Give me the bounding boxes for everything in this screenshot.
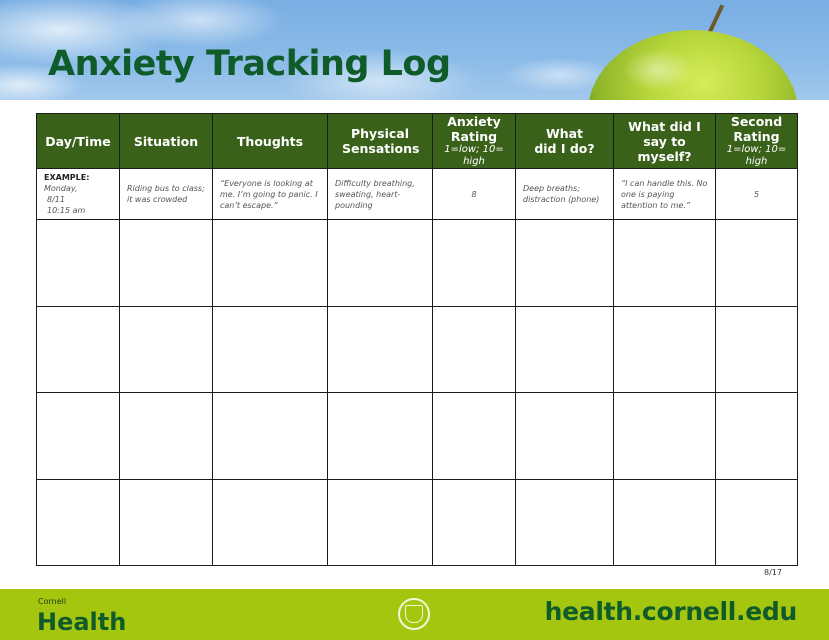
apple-image bbox=[588, 30, 798, 100]
website-url: health.cornell.edu bbox=[544, 597, 798, 626]
col-header-situation: Situation bbox=[119, 113, 213, 169]
col-header-what-did-i-do: What did I do? bbox=[515, 113, 614, 169]
cell-action[interactable] bbox=[515, 392, 614, 480]
cell-situation[interactable] bbox=[119, 392, 213, 480]
cell-thoughts[interactable] bbox=[212, 392, 328, 480]
cell-self-talk[interactable] bbox=[613, 305, 716, 393]
cell-second-rating[interactable] bbox=[715, 478, 798, 566]
cell-self-talk[interactable] bbox=[613, 478, 716, 566]
rating-scale-note: 1=low; 10= high bbox=[726, 144, 787, 167]
cell-day-time[interactable] bbox=[36, 392, 120, 480]
cell-second-rating[interactable] bbox=[715, 305, 798, 393]
example-day-time: EXAMPLE: Monday, 8/11 10:15 am bbox=[36, 168, 120, 220]
cell-situation[interactable] bbox=[119, 305, 213, 393]
cell-second-rating[interactable] bbox=[715, 392, 798, 480]
anxiety-log-table: Day/Time Situation Thoughts Physical Sen… bbox=[36, 113, 798, 566]
example-sensations: Difficulty breathing, sweating, heart-po… bbox=[327, 168, 433, 220]
cell-thoughts[interactable] bbox=[212, 305, 328, 393]
cell-self-talk[interactable] bbox=[613, 219, 716, 307]
cell-thoughts[interactable] bbox=[212, 478, 328, 566]
blank-entry-row bbox=[36, 478, 798, 566]
brand-cornell: Cornell bbox=[38, 597, 67, 606]
example-second-rating: 5 bbox=[715, 168, 798, 220]
cell-action[interactable] bbox=[515, 305, 614, 393]
cell-second-rating[interactable] bbox=[715, 219, 798, 307]
blank-entry-row bbox=[36, 219, 798, 307]
col-header-what-did-i-say: What did I say to myself? bbox=[613, 113, 716, 169]
header-row: Day/Time Situation Thoughts Physical Sen… bbox=[36, 113, 798, 169]
rating-scale-note: 1=low; 10= high bbox=[444, 144, 504, 167]
page-number: 8/17 bbox=[764, 568, 782, 577]
col-header-thoughts: Thoughts bbox=[212, 113, 328, 169]
cell-anxiety-rating[interactable] bbox=[432, 392, 516, 480]
cell-situation[interactable] bbox=[119, 219, 213, 307]
example-date: 8/11 bbox=[47, 195, 65, 204]
cell-sensations[interactable] bbox=[327, 392, 433, 480]
example-row: EXAMPLE: Monday, 8/11 10:15 am Riding bu… bbox=[36, 168, 798, 220]
example-day: Monday, bbox=[44, 184, 78, 193]
blank-entry-row bbox=[36, 392, 798, 480]
cornell-seal-icon bbox=[398, 598, 430, 630]
example-action: Deep breaths; distraction (phone) bbox=[515, 168, 614, 220]
col-header-anxiety-rating: Anxiety Rating 1=low; 10= high bbox=[432, 113, 516, 169]
brand-health: Health bbox=[37, 608, 127, 636]
cell-sensations[interactable] bbox=[327, 305, 433, 393]
col-header-second-rating: Second Rating 1=low; 10= high bbox=[715, 113, 798, 169]
cell-sensations[interactable] bbox=[327, 219, 433, 307]
cell-self-talk[interactable] bbox=[613, 392, 716, 480]
example-label: EXAMPLE: bbox=[44, 173, 90, 182]
example-time: 10:15 am bbox=[47, 206, 86, 215]
cell-anxiety-rating[interactable] bbox=[432, 219, 516, 307]
col-header-day-time: Day/Time bbox=[36, 113, 120, 169]
example-thoughts: “Everyone is looking at me. I’m going to… bbox=[212, 168, 328, 220]
example-situation: Riding bus to class; it was crowded bbox=[119, 168, 213, 220]
cell-sensations[interactable] bbox=[327, 478, 433, 566]
example-self-talk: “I can handle this. No one is paying att… bbox=[613, 168, 716, 220]
example-anxiety-rating: 8 bbox=[432, 168, 516, 220]
cell-day-time[interactable] bbox=[36, 478, 120, 566]
blank-entry-row bbox=[36, 305, 798, 393]
cell-anxiety-rating[interactable] bbox=[432, 305, 516, 393]
cell-action[interactable] bbox=[515, 478, 614, 566]
cell-day-time[interactable] bbox=[36, 219, 120, 307]
cell-action[interactable] bbox=[515, 219, 614, 307]
cell-situation[interactable] bbox=[119, 478, 213, 566]
cell-thoughts[interactable] bbox=[212, 219, 328, 307]
header-banner: Anxiety Tracking Log bbox=[0, 0, 829, 100]
col-header-physical-sensations: Physical Sensations bbox=[327, 113, 433, 169]
cell-day-time[interactable] bbox=[36, 305, 120, 393]
cell-anxiety-rating[interactable] bbox=[432, 478, 516, 566]
footer-bar: Cornell Health health.cornell.edu bbox=[0, 589, 829, 640]
page-title: Anxiety Tracking Log bbox=[48, 44, 451, 84]
